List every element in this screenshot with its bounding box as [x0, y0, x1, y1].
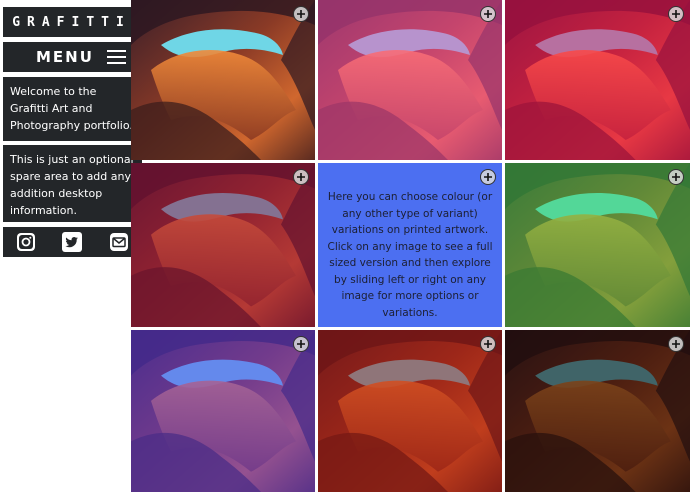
expand-plus-icon[interactable]	[480, 336, 496, 352]
welcome-text: Welcome to the Grafitti Art and Photogra…	[3, 77, 142, 141]
variant-info-text: Here you can choose colour (or any other…	[327, 191, 493, 319]
twitter-icon[interactable]	[62, 232, 83, 252]
expand-plus-icon[interactable]	[293, 6, 309, 22]
artwork-red[interactable]	[318, 330, 502, 492]
email-icon[interactable]	[109, 232, 129, 252]
instagram-icon[interactable]	[16, 232, 36, 252]
artwork-original[interactable]	[131, 0, 315, 160]
site-logo[interactable]: GRAFITTI	[3, 7, 134, 37]
expand-plus-icon[interactable]	[668, 6, 684, 22]
expand-plus-icon[interactable]	[480, 6, 496, 22]
menu-label: MENU	[36, 48, 94, 66]
artwork-purple[interactable]	[131, 330, 315, 492]
artwork-dark[interactable]	[505, 330, 690, 492]
artwork-green[interactable]	[505, 163, 690, 327]
social-links	[3, 227, 142, 257]
expand-plus-icon[interactable]	[668, 169, 684, 185]
menu-button[interactable]: MENU	[3, 42, 142, 72]
artwork-crimson[interactable]	[131, 163, 315, 327]
expand-plus-icon[interactable]	[293, 336, 309, 352]
optional-info-text: This is just an optional spare area to a…	[3, 145, 142, 222]
expand-plus-icon[interactable]	[668, 336, 684, 352]
expand-plus-icon[interactable]	[480, 169, 496, 185]
expand-plus-icon[interactable]	[293, 169, 309, 185]
hamburger-icon	[106, 50, 126, 64]
artwork-pink[interactable]	[318, 0, 502, 160]
artwork-magenta[interactable]	[505, 0, 690, 160]
variant-info-panel[interactable]: Here you can choose colour (or any other…	[318, 163, 502, 327]
